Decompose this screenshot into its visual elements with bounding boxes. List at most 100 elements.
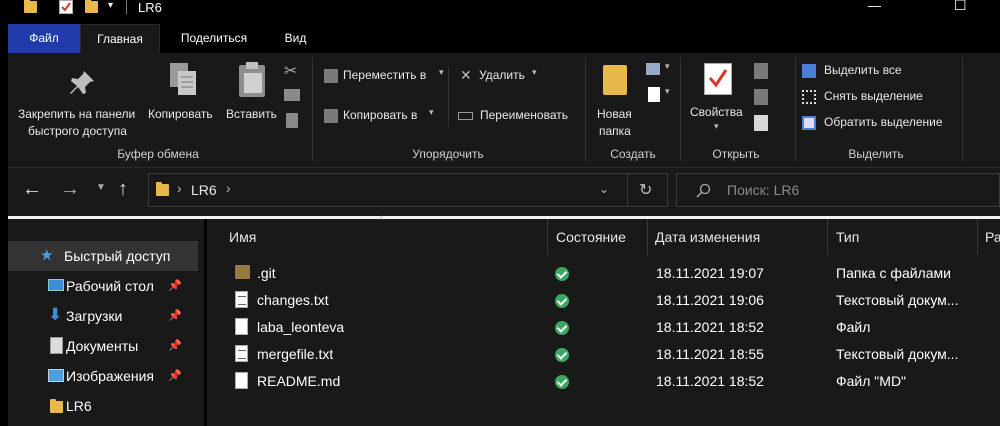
select-all-label: Выделить все xyxy=(824,63,902,77)
nav-item-desktop[interactable]: Рабочий стол 📌 xyxy=(8,271,198,301)
pictures-icon xyxy=(48,369,64,382)
open-icon[interactable] xyxy=(754,63,768,79)
table-row[interactable]: laba_leonteva 18.11.2021 18:52 Файл xyxy=(207,315,1000,342)
refresh-icon[interactable]: ↻ xyxy=(639,180,652,200)
search-placeholder: Поиск: LR6 xyxy=(727,182,800,198)
up-arrow-icon[interactable]: ↑ xyxy=(118,178,128,201)
chevron-down-icon: ▾ xyxy=(532,67,537,77)
search-icon xyxy=(696,183,711,198)
properties-label: Свойства xyxy=(690,105,743,119)
delete-button[interactable]: ✕ Удалить ▾ xyxy=(458,67,548,87)
table-row[interactable]: changes.txt 18.11.2021 19:06 Текстовый д… xyxy=(207,288,1000,315)
column-header-name[interactable]: Имя xyxy=(229,229,256,245)
address-bar[interactable]: › LR6 › ⌄ ↻ xyxy=(148,173,668,207)
breadcrumb-lr6[interactable]: LR6 xyxy=(191,182,217,198)
new-folder-quick-icon[interactable] xyxy=(85,0,98,13)
select-group-label: Выделить xyxy=(848,147,904,161)
pin-icon xyxy=(70,71,94,94)
column-header-type[interactable]: Тип xyxy=(836,229,859,245)
pin-icon[interactable]: 📌 xyxy=(168,369,182,382)
sync-ok-icon xyxy=(555,267,569,281)
select-all-button[interactable]: Выделить все xyxy=(802,62,942,82)
paste-button[interactable]: Вставить xyxy=(224,61,280,141)
nav-item-label: Рабочий стол xyxy=(66,278,154,294)
new-item-icon[interactable] xyxy=(646,63,660,75)
download-icon: ⬇ xyxy=(48,305,63,324)
pin-button[interactable]: Закрепить на панели быстрого доступа xyxy=(18,61,148,141)
chevron-down-icon: ▾ xyxy=(714,121,719,131)
recent-locations-icon[interactable]: ▼ xyxy=(96,182,106,193)
copy-to-button[interactable]: Копировать в ▾ xyxy=(322,107,452,127)
column-separator[interactable] xyxy=(647,219,648,255)
select-none-button[interactable]: Снять выделение xyxy=(802,88,942,108)
properties-button[interactable]: Свойства ▾ xyxy=(688,61,748,141)
separator xyxy=(585,57,586,161)
edit-icon[interactable] xyxy=(754,89,768,105)
move-to-button[interactable]: Переместить в ▾ xyxy=(322,67,452,87)
tab-share[interactable]: Поделиться xyxy=(165,24,263,53)
new-folder-label-line1: Новая xyxy=(597,107,632,121)
forward-arrow-icon[interactable]: → xyxy=(60,178,80,201)
minimize-button[interactable]: — xyxy=(868,0,881,13)
address-divider xyxy=(627,174,628,206)
tab-home[interactable]: Главная xyxy=(80,24,160,53)
nav-item-downloads[interactable]: ⬇ Загрузки 📌 xyxy=(8,301,198,331)
title-bar: ▾ LR6 — ☐ xyxy=(0,0,1000,24)
sync-ok-icon xyxy=(555,294,569,308)
file-name: .git xyxy=(257,265,276,281)
pin-icon[interactable]: 📌 xyxy=(168,309,182,322)
clipboard-group-label: Буфер обмена xyxy=(117,147,199,161)
copy-button[interactable]: Копировать xyxy=(148,61,220,141)
file-type: Файл "MD" xyxy=(836,373,907,389)
column-separator[interactable] xyxy=(827,219,828,255)
table-row[interactable]: .git 18.11.2021 19:07 Папка с файлами xyxy=(207,261,1000,288)
easy-access-icon[interactable] xyxy=(648,87,660,102)
cut-icon[interactable]: ✂ xyxy=(284,61,297,81)
table-row[interactable]: mergefile.txt 18.11.2021 18:55 Текстовый… xyxy=(207,342,1000,369)
address-row: ← → ▼ ↑ › LR6 › ⌄ ↻ Поиск: LR6 xyxy=(8,168,1000,216)
column-separator[interactable] xyxy=(977,219,978,255)
table-row[interactable]: README.md 18.11.2021 18:52 Файл "MD" xyxy=(207,369,1000,396)
back-arrow-icon[interactable]: ← xyxy=(22,178,42,201)
nav-item-pictures[interactable]: Изображения 📌 xyxy=(8,361,198,391)
tab-view[interactable]: Вид xyxy=(268,24,323,53)
column-header-size[interactable]: Ра xyxy=(985,229,1000,245)
rename-button[interactable]: Переименовать xyxy=(458,107,588,127)
chevron-right-icon: › xyxy=(226,180,231,196)
desktop-icon xyxy=(48,279,64,291)
column-header-date[interactable]: Дата изменения xyxy=(655,229,760,245)
maximize-button[interactable]: ☐ xyxy=(954,0,967,14)
separator xyxy=(448,67,449,127)
column-separator[interactable] xyxy=(547,219,548,255)
invert-selection-icon xyxy=(802,116,816,130)
file-date: 18.11.2021 19:07 xyxy=(656,265,764,281)
column-header-status[interactable]: Состояние xyxy=(556,229,626,245)
customize-quick-access-icon[interactable]: ▾ xyxy=(108,0,113,11)
file-type: Файл xyxy=(836,319,871,335)
select-none-icon xyxy=(802,90,816,104)
file-type: Текстовый докум... xyxy=(836,292,959,308)
pin-icon[interactable]: 📌 xyxy=(168,279,182,292)
sync-ok-icon xyxy=(555,321,569,335)
nav-item-documents[interactable]: Документы 📌 xyxy=(8,331,198,361)
new-folder-button[interactable]: Новая папка xyxy=(592,61,638,141)
history-icon[interactable] xyxy=(754,115,768,131)
properties-quick-icon[interactable] xyxy=(59,0,73,14)
nav-item-lr6[interactable]: LR6 xyxy=(8,391,198,421)
tab-file[interactable]: Файл xyxy=(8,24,80,53)
nav-item-label: Изображения xyxy=(66,368,154,384)
file-name: changes.txt xyxy=(257,292,329,308)
delete-label: Удалить xyxy=(479,68,525,82)
copy-path-icon[interactable] xyxy=(284,89,300,101)
pin-icon[interactable]: 📌 xyxy=(168,339,182,352)
search-input[interactable]: Поиск: LR6 xyxy=(676,173,1000,207)
chevron-down-icon[interactable]: ⌄ xyxy=(599,182,609,196)
invert-selection-button[interactable]: Обратить выделение xyxy=(802,114,962,134)
chevron-right-icon: › xyxy=(177,180,182,196)
file-type: Текстовый докум... xyxy=(836,346,959,362)
file-date: 18.11.2021 18:52 xyxy=(656,373,764,389)
paste-shortcut-icon[interactable] xyxy=(286,113,298,128)
folder-icon xyxy=(235,265,250,279)
nav-item-quick-access[interactable]: ★ Быстрый доступ xyxy=(8,241,198,271)
copy-icon xyxy=(170,63,196,95)
